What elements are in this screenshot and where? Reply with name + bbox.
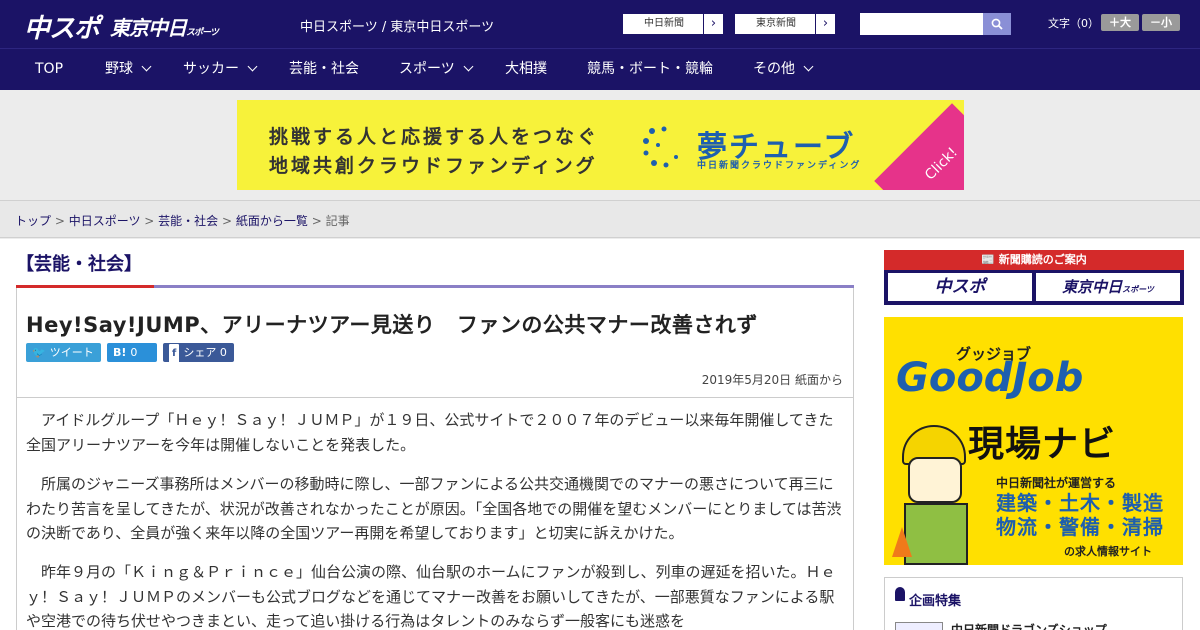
nav-item-soccer[interactable]: サッカー (183, 49, 258, 91)
ad-foot: の求人情報サイト (1064, 545, 1152, 558)
subscription-header: 📰 新聞購読のご案内 (884, 250, 1184, 270)
font-size-label: 文字（0） (1048, 17, 1099, 30)
worker-face-icon (908, 457, 962, 503)
nav-item-racing[interactable]: 競馬・ボート・競輪 (587, 49, 713, 91)
font-larger-button[interactable]: ＋大 (1101, 14, 1139, 31)
breadcrumb-bar: トップ > 中日スポーツ > 芸能・社会 > 紙面から一覧 > 記事 (0, 200, 1200, 238)
breadcrumb-entertainment[interactable]: 芸能・社会 (158, 214, 218, 228)
crowdfunding-banner[interactable]: 挑戦する人と応援する人をつなぐ 地域共創クラウドファンディング 夢チューブ 中日… (237, 100, 964, 190)
breadcrumb-sep: > (218, 214, 236, 228)
banner-brand-sub: 中日新聞クラウドファンディング (697, 161, 862, 171)
tweet-label: ツイート (49, 346, 94, 359)
ad-title: 現場ナビ (968, 424, 1117, 465)
search-input[interactable] (860, 13, 983, 35)
article-date: 2019年5月20日 紙面から (701, 373, 843, 387)
chevron-down-icon (247, 61, 258, 72)
article-paragraph: 所属のジャニーズ事務所はメンバーの移動時に際し、一部ファンによる公共交通機関での… (26, 475, 842, 542)
article-paragraph: 昨年９月の「Ｋｉｎｇ＆Ｐｒｉｎｃｅ」仙台公演の際、仙台駅のホームにファンが殺到し… (26, 563, 836, 630)
breadcrumb-chuspo[interactable]: 中日スポーツ (69, 214, 141, 228)
search-button[interactable] (983, 13, 1011, 35)
hatena-count: 0 (130, 346, 138, 359)
banner-line-2: 地域共創クラウドファンディング (269, 155, 598, 177)
chuspo-logo[interactable]: 中スポ (24, 8, 100, 45)
ad-fields-line-2: 物流・警備・清掃 (996, 515, 1164, 539)
feature-item-link[interactable]: 中日新聞ドラゴンズショップ (951, 621, 1107, 630)
feature-title: 企画特集 (909, 594, 962, 609)
chevron-right-icon: › (703, 14, 723, 34)
tweet-button[interactable]: 🐦 ツイート (26, 343, 101, 362)
site-title: 中日スポーツ / 東京中日スポーツ (300, 20, 495, 35)
newspaper-icon: 📰 (981, 253, 995, 266)
category-heading: 【芸能・社会】 (16, 254, 142, 275)
nav-item-sumo[interactable]: 大相撲 (505, 49, 547, 91)
subscribe-tokyo-chunichi-button[interactable]: 東京中日スポーツ (1036, 273, 1180, 301)
main-nav: TOP 野球 サッカー 芸能・社会 スポーツ 大相撲 競馬・ボート・競輪 その他 (0, 48, 1200, 90)
facebook-share-label: シェア (183, 346, 217, 359)
subscribe-chuspo-button[interactable]: 中スポ (888, 273, 1032, 301)
nav-item-baseball[interactable]: 野球 (105, 49, 152, 91)
chevron-down-icon (803, 61, 814, 72)
nav-item-sports[interactable]: スポーツ (399, 49, 474, 91)
chunichi-shimbun-link[interactable]: 中日新聞 › (622, 13, 724, 35)
pin-icon (895, 587, 905, 601)
nav-label: 大相撲 (505, 61, 547, 77)
facebook-share-button[interactable]: f シェア 0 (163, 343, 234, 363)
chevron-down-icon (141, 61, 152, 72)
breadcrumb-sep: > (51, 214, 69, 228)
breadcrumb-print-list[interactable]: 紙面から一覧 (236, 214, 308, 228)
ad-brand: GoodJob (896, 355, 1084, 401)
banner-line-1: 挑戦する人と応援する人をつなぐ (269, 126, 600, 148)
tokyo-shimbun-link[interactable]: 東京新聞 › (734, 13, 836, 35)
twitter-icon: 🐦 (32, 346, 46, 359)
nav-label: TOP (35, 61, 64, 77)
article-paragraph: アイドルグループ「Ｈｅｙ！Ｓａｙ！ＪＵＭＰ」が１９日、公式サイトで２００７年のデ… (26, 411, 834, 454)
subscribe-tokyo-label: 東京中日 (1062, 278, 1123, 296)
ad-sub: 中日新聞社が運営する (996, 476, 1117, 490)
search-icon (991, 18, 1003, 30)
worker-vest-icon (904, 503, 968, 565)
nav-label: 芸能・社会 (289, 61, 359, 77)
dots-logo-icon (643, 126, 678, 168)
nav-label: スポーツ (399, 61, 455, 77)
hatena-bookmark-button[interactable]: B! 0 (107, 343, 157, 362)
nav-label: 競馬・ボート・競輪 (587, 61, 713, 77)
nav-item-other[interactable]: その他 (753, 49, 814, 91)
nav-item-entertainment[interactable]: 芸能・社会 (289, 49, 359, 91)
goodjob-ad[interactable]: グッジョブ GoodJob 現場ナビ 中日新聞社が運営する 建築・土木・製造 物… (884, 317, 1183, 565)
nav-label: サッカー (183, 61, 239, 77)
hatena-icon: B! (113, 346, 127, 359)
breadcrumb-sep: > (307, 214, 326, 228)
tokyo-chunichi-logo-text: 東京中日 (110, 16, 187, 40)
subscription-header-label: 新聞購読のご案内 (998, 253, 1087, 266)
facebook-icon: f (169, 344, 180, 363)
tokyo-chunichi-logo-small: スポーツ (186, 28, 219, 38)
top-header: 中スポ 東京中日スポーツ 中日スポーツ / 東京中日スポーツ 中日新聞 › 東京… (0, 0, 1200, 48)
breadcrumb-current: 記事 (325, 214, 350, 228)
nav-item-top[interactable]: TOP (35, 49, 63, 91)
tokyo-shimbun-label: 東京新聞 (756, 18, 796, 29)
feature-box: 企画特集 中日新聞ドラゴンズショップ (884, 577, 1183, 630)
nav-label: その他 (753, 61, 795, 77)
traffic-cone-icon (892, 527, 912, 557)
chevron-right-icon: › (815, 14, 835, 34)
chunichi-shimbun-label: 中日新聞 (644, 18, 684, 29)
subscribe-tokyo-small: スポーツ (1122, 285, 1154, 294)
ad-fields-line-1: 建築・土木・製造 (996, 491, 1164, 515)
tokyo-chunichi-logo[interactable]: 東京中日スポーツ (110, 12, 219, 41)
font-smaller-button[interactable]: －小 (1142, 14, 1180, 31)
breadcrumb: トップ > 中日スポーツ > 芸能・社会 > 紙面から一覧 > 記事 (15, 212, 350, 229)
ad-fields: 建築・土木・製造 物流・警備・清掃 (996, 491, 1164, 539)
nav-label: 野球 (105, 61, 133, 77)
subscription-box: 📰 新聞購読のご案内 中スポ 東京中日スポーツ (884, 250, 1184, 305)
feature-thumbnail[interactable] (895, 622, 943, 630)
article-headline: Hey!Say!JUMP、アリーナツアー見送り ファンの公共マナー改善されず (26, 313, 758, 337)
chevron-down-icon (463, 61, 474, 72)
facebook-share-count: 0 (219, 346, 227, 359)
breadcrumb-sep: > (140, 214, 159, 228)
breadcrumb-home[interactable]: トップ (15, 214, 51, 228)
